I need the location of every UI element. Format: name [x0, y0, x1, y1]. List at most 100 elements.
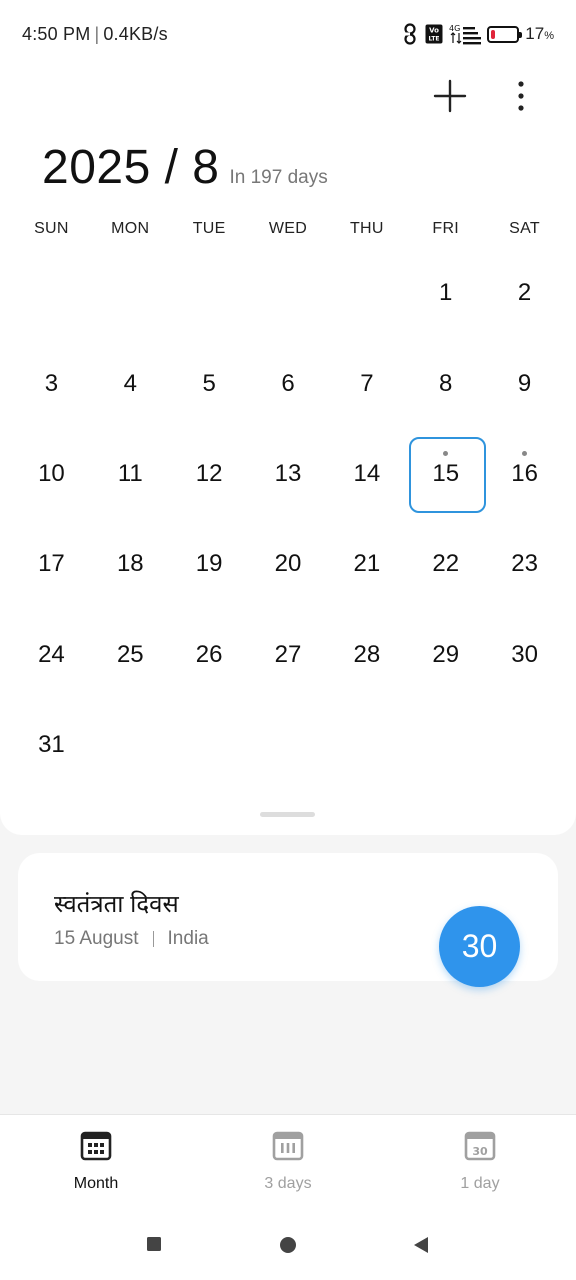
empty-day-cell: [249, 248, 328, 338]
day-cell[interactable]: 7: [327, 338, 406, 428]
day-number: 6: [281, 369, 295, 397]
day-cell[interactable]: 5: [170, 338, 249, 428]
days-away-label: In 197 days: [229, 167, 328, 188]
battery-unit: %: [544, 30, 554, 42]
nav-month-label: Month: [73, 1175, 119, 1192]
empty-day-cell: [170, 700, 249, 790]
day-number: 9: [517, 369, 532, 397]
day-cell[interactable]: 1: [406, 248, 485, 338]
today-fab-button[interactable]: 30: [439, 906, 520, 987]
day-number: 18: [116, 550, 144, 578]
day-cell[interactable]: 17: [12, 519, 91, 609]
day-cell[interactable]: 2: [485, 248, 564, 338]
week-row: 10 11 12 13 14 15 16: [12, 429, 564, 519]
month-title: 2025 / 8: [42, 141, 220, 194]
more-options-button[interactable]: [506, 78, 536, 114]
day-cell[interactable]: 9: [485, 338, 564, 428]
battery-value: 17: [525, 24, 545, 43]
day-number: 20: [274, 550, 302, 578]
day-cell[interactable]: 29: [406, 610, 485, 700]
day-number: 14: [353, 459, 381, 487]
status-speed: 0.4KB/s: [103, 24, 168, 44]
status-left: 4:50 PM | 0.4KB/s: [22, 24, 168, 45]
day-cell[interactable]: 14: [327, 429, 406, 519]
week-row: 3 4 5 6 7 8 9: [12, 338, 564, 428]
week-row: 31: [12, 700, 564, 790]
nav-1-day-label: 1 day: [460, 1175, 500, 1192]
day-cell[interactable]: 6: [249, 338, 328, 428]
meta-divider: [152, 931, 154, 947]
event-date: 15 August: [54, 928, 139, 949]
status-separator: |: [94, 24, 100, 44]
empty-day-cell: [485, 700, 564, 790]
day-cell[interactable]: 30: [485, 610, 564, 700]
battery-icon: [487, 25, 523, 43]
empty-day-cell: [327, 700, 406, 790]
month-view-icon: [80, 1131, 112, 1161]
day-cell[interactable]: 23: [485, 519, 564, 609]
day-number: 1: [439, 279, 453, 307]
day-cell[interactable]: 13: [249, 429, 328, 519]
day-cell[interactable]: 26: [170, 610, 249, 700]
day-number: 10: [38, 459, 65, 487]
day-number: 17: [38, 550, 65, 578]
day-cell[interactable]: 4: [91, 338, 170, 428]
event-dot: [522, 450, 528, 456]
day-cell[interactable]: 20: [249, 519, 328, 609]
day-cell[interactable]: 21: [327, 519, 406, 609]
day-cell[interactable]: 10: [12, 429, 91, 519]
day-number: 15: [432, 459, 460, 487]
day-number: 22: [432, 550, 460, 578]
day-cell[interactable]: 19: [170, 519, 249, 609]
add-event-button[interactable]: [432, 78, 468, 114]
month-header[interactable]: 2025 / 8 In 197 days: [42, 140, 328, 195]
drag-handle[interactable]: [260, 812, 315, 817]
weekday-label: SUN: [34, 220, 69, 237]
nav-1-day[interactable]: 30 1 day: [420, 1131, 540, 1193]
day-number: 21: [353, 550, 381, 578]
bottom-nav: Month 3 days 30 1 day: [0, 1114, 576, 1280]
status-time: 4:50 PM: [22, 24, 91, 44]
day-cell[interactable]: 28: [327, 610, 406, 700]
day-cell[interactable]: 8: [406, 338, 485, 428]
day-cell[interactable]: 12: [170, 429, 249, 519]
volte-label-vo: Vo: [429, 27, 439, 35]
day-number: 23: [511, 550, 538, 578]
nav-month[interactable]: Month: [36, 1131, 156, 1193]
empty-day-cell: [170, 248, 249, 338]
day-number: 28: [353, 640, 381, 668]
day-cell[interactable]: 22: [406, 519, 485, 609]
three-day-view-icon: [272, 1131, 304, 1161]
network-label: 4G: [449, 24, 460, 33]
day-number: 19: [195, 550, 223, 578]
day-cell[interactable]: 31: [12, 700, 91, 790]
event-dot: [443, 450, 449, 456]
weekday-header: SUN MON TUE WED THU FRI SAT: [12, 220, 564, 238]
status-bar: 4:50 PM | 0.4KB/s Vo LTE 4G 17%: [0, 0, 576, 70]
recents-icon[interactable]: [146, 1236, 162, 1252]
weekday-label: MON: [111, 220, 150, 237]
day-cell[interactable]: 3: [12, 338, 91, 428]
empty-day-cell: [249, 700, 328, 790]
nav-3-days[interactable]: 3 days: [228, 1131, 348, 1193]
day-number: 12: [195, 459, 223, 487]
back-icon[interactable]: [413, 1236, 429, 1254]
day-cell[interactable]: 18: [91, 519, 170, 609]
one-day-view-icon: 30: [464, 1131, 496, 1161]
day-number: 8: [439, 369, 453, 397]
event-title: स्वतंत्रता दिवस: [54, 891, 179, 918]
day-number: 26: [195, 640, 223, 668]
home-icon[interactable]: [279, 1236, 297, 1254]
event-region: India: [167, 928, 209, 949]
weekday-label: SAT: [509, 220, 540, 237]
day-cell[interactable]: 24: [12, 610, 91, 700]
empty-day-cell: [91, 248, 170, 338]
day-cell[interactable]: 25: [91, 610, 170, 700]
one-day-icon-number: 30: [472, 1145, 488, 1158]
day-cell-today[interactable]: 15: [406, 429, 487, 519]
day-cell[interactable]: 27: [249, 610, 328, 700]
week-row: 12: [12, 248, 564, 338]
day-cell[interactable]: 11: [91, 429, 170, 519]
event-meta: 15 August India: [54, 928, 209, 950]
day-cell[interactable]: 16: [485, 429, 564, 519]
